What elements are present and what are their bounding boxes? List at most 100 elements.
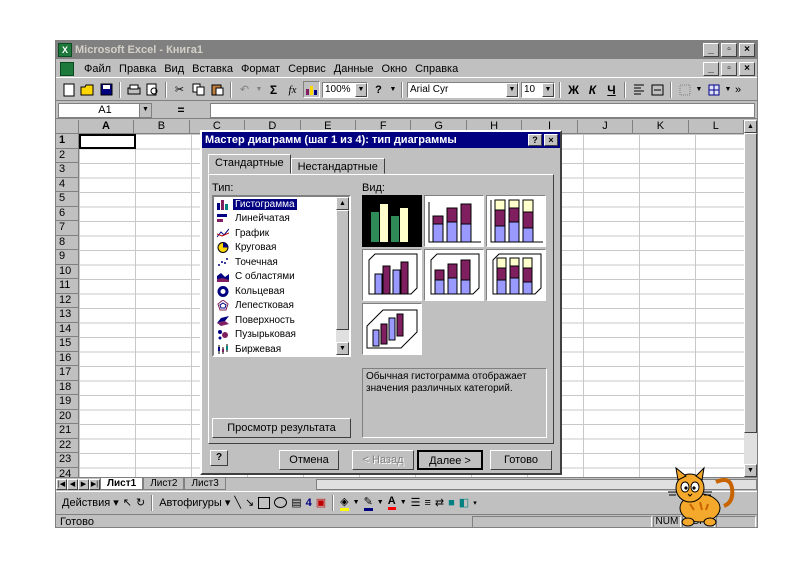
- chart-type-item[interactable]: Круговая: [214, 241, 338, 256]
- type-list-scrollbar[interactable]: ▲ ▼: [336, 197, 349, 355]
- scroll-up-icon[interactable]: ▲: [336, 197, 349, 210]
- help-icon[interactable]: ?: [370, 81, 387, 98]
- preview-result-button[interactable]: Просмотр результата: [212, 418, 351, 438]
- select-pointer-icon[interactable]: ↖: [123, 496, 132, 509]
- scroll-down-icon[interactable]: ▼: [744, 464, 757, 477]
- menu-data[interactable]: Данные: [330, 63, 378, 75]
- next-button[interactable]: Далее >: [417, 450, 483, 470]
- wordart-tool-icon[interactable]: 4: [306, 497, 312, 509]
- open-folder-icon[interactable]: [79, 81, 96, 98]
- finish-button[interactable]: Готово: [490, 450, 552, 470]
- chart-type-item[interactable]: График: [214, 226, 338, 241]
- chart-type-item[interactable]: Линейчатая: [214, 212, 338, 227]
- subtype-100-stacked-column[interactable]: [486, 195, 546, 247]
- menu-tools[interactable]: Сервис: [284, 63, 330, 75]
- row-header[interactable]: 14: [56, 322, 79, 337]
- row-header[interactable]: 15: [56, 337, 79, 352]
- chart-type-item[interactable]: С областями: [214, 270, 338, 285]
- chart-type-item[interactable]: Лепестковая: [214, 299, 338, 314]
- print-preview-icon[interactable]: [144, 81, 161, 98]
- sheet-tab-2[interactable]: Лист2: [143, 478, 185, 490]
- row-header[interactable]: 19: [56, 395, 79, 410]
- more-buttons-icon[interactable]: ▾: [473, 499, 477, 507]
- row-header[interactable]: 9: [56, 250, 79, 265]
- row-header[interactable]: 5: [56, 192, 79, 207]
- menu-format[interactable]: Формат: [237, 63, 284, 75]
- fill-grid-icon[interactable]: [705, 81, 722, 98]
- 3d-icon[interactable]: ◧: [459, 496, 469, 509]
- chart-type-list[interactable]: Гистограмма Линейчатая График Круговая Т…: [212, 195, 351, 357]
- formula-equals-button[interactable]: =: [156, 103, 206, 117]
- free-rotate-icon[interactable]: ↻: [136, 496, 145, 509]
- line-color-icon[interactable]: ✎: [363, 495, 373, 511]
- sheet-tab-1[interactable]: Лист1: [100, 478, 144, 490]
- subtype-stacked-column[interactable]: [424, 195, 484, 247]
- font-size-select[interactable]: 10 ▼: [521, 81, 555, 98]
- save-icon[interactable]: [98, 81, 115, 98]
- scroll-down-icon[interactable]: ▼: [336, 342, 349, 355]
- autoshapes-menu[interactable]: Автофигуры ▾: [159, 496, 230, 509]
- prev-sheet-icon[interactable]: ◀: [67, 478, 78, 490]
- zoom-select[interactable]: 100% ▼: [322, 81, 368, 98]
- wizard-help-button[interactable]: ?: [210, 450, 228, 466]
- help-dropdown-icon[interactable]: ▼: [389, 81, 397, 98]
- fill-color-icon[interactable]: ◈: [340, 495, 349, 511]
- restore-button[interactable]: ▫: [721, 43, 737, 57]
- menu-view[interactable]: Вид: [160, 63, 188, 75]
- column-header[interactable]: B: [134, 120, 190, 134]
- undo-dropdown-icon[interactable]: ▼: [255, 81, 263, 98]
- row-header[interactable]: 8: [56, 235, 79, 250]
- chart-type-item[interactable]: Поверхность: [214, 313, 338, 328]
- font-select[interactable]: Arial Cyr ▼: [407, 81, 519, 98]
- column-header[interactable]: K: [633, 120, 689, 134]
- row-header[interactable]: 12: [56, 293, 79, 308]
- tab-custom[interactable]: Нестандартные: [290, 158, 385, 174]
- new-file-icon[interactable]: [60, 81, 77, 98]
- borders-icon[interactable]: [676, 81, 693, 98]
- window-title-bar[interactable]: X Microsoft Excel - Книга1 _ ▫ ×: [56, 41, 757, 59]
- shadow-icon[interactable]: ■: [448, 497, 455, 509]
- row-header[interactable]: 11: [56, 279, 79, 294]
- autosum-icon[interactable]: Σ: [265, 81, 282, 98]
- subtype-3d-stacked-column[interactable]: [424, 249, 484, 301]
- doc-close-button[interactable]: ×: [739, 61, 755, 76]
- chevron-down-icon[interactable]: ▼: [355, 82, 367, 97]
- row-header[interactable]: 23: [56, 453, 79, 468]
- function-icon[interactable]: fx: [284, 81, 301, 98]
- minimize-button[interactable]: _: [703, 43, 719, 57]
- cancel-button[interactable]: Отмена: [279, 450, 339, 470]
- dialog-title-bar[interactable]: Мастер диаграмм (шаг 1 из 4): тип диагра…: [202, 132, 560, 148]
- chart-wizard-icon[interactable]: [303, 81, 320, 98]
- clipart-tool-icon[interactable]: ▣: [316, 496, 326, 509]
- dash-style-icon[interactable]: ≡: [425, 497, 431, 509]
- chart-type-item[interactable]: Точечная: [214, 255, 338, 270]
- oval-tool-icon[interactable]: [274, 497, 288, 508]
- row-header[interactable]: 17: [56, 366, 79, 381]
- menu-window[interactable]: Окно: [378, 63, 412, 75]
- underline-button[interactable]: Ч: [603, 81, 620, 98]
- textbox-tool-icon[interactable]: ▤: [291, 496, 301, 509]
- borders-dropdown-icon[interactable]: ▼: [695, 81, 703, 98]
- more-buttons-icon[interactable]: »: [734, 81, 742, 98]
- arrow-tool-icon[interactable]: ↘: [245, 496, 254, 509]
- row-header[interactable]: 22: [56, 438, 79, 453]
- name-box[interactable]: A1 ▼: [58, 102, 152, 118]
- undo-icon[interactable]: ↶: [236, 81, 253, 98]
- active-cell-a1[interactable]: [79, 134, 136, 149]
- subtype-3d-100-stacked-column[interactable]: [486, 249, 546, 301]
- chart-type-item[interactable]: Гистограмма: [214, 197, 338, 212]
- merge-center-icon[interactable]: [649, 81, 666, 98]
- chart-type-item[interactable]: Биржевая: [214, 342, 338, 355]
- first-sheet-icon[interactable]: |◀: [56, 478, 67, 490]
- vertical-scrollbar[interactable]: ▲ ▼: [744, 120, 757, 477]
- doc-minimize-button[interactable]: _: [703, 61, 719, 76]
- row-header[interactable]: 3: [56, 163, 79, 178]
- rectangle-tool-icon[interactable]: [258, 496, 271, 509]
- row-header[interactable]: 16: [56, 351, 79, 366]
- column-header[interactable]: J: [577, 120, 634, 134]
- actions-menu[interactable]: Действия ▾: [62, 496, 119, 509]
- chart-type-item[interactable]: Кольцевая: [214, 284, 338, 299]
- line-tool-icon[interactable]: ╲: [234, 496, 241, 509]
- formula-input[interactable]: [210, 102, 755, 118]
- excel-app-icon[interactable]: X: [58, 43, 72, 57]
